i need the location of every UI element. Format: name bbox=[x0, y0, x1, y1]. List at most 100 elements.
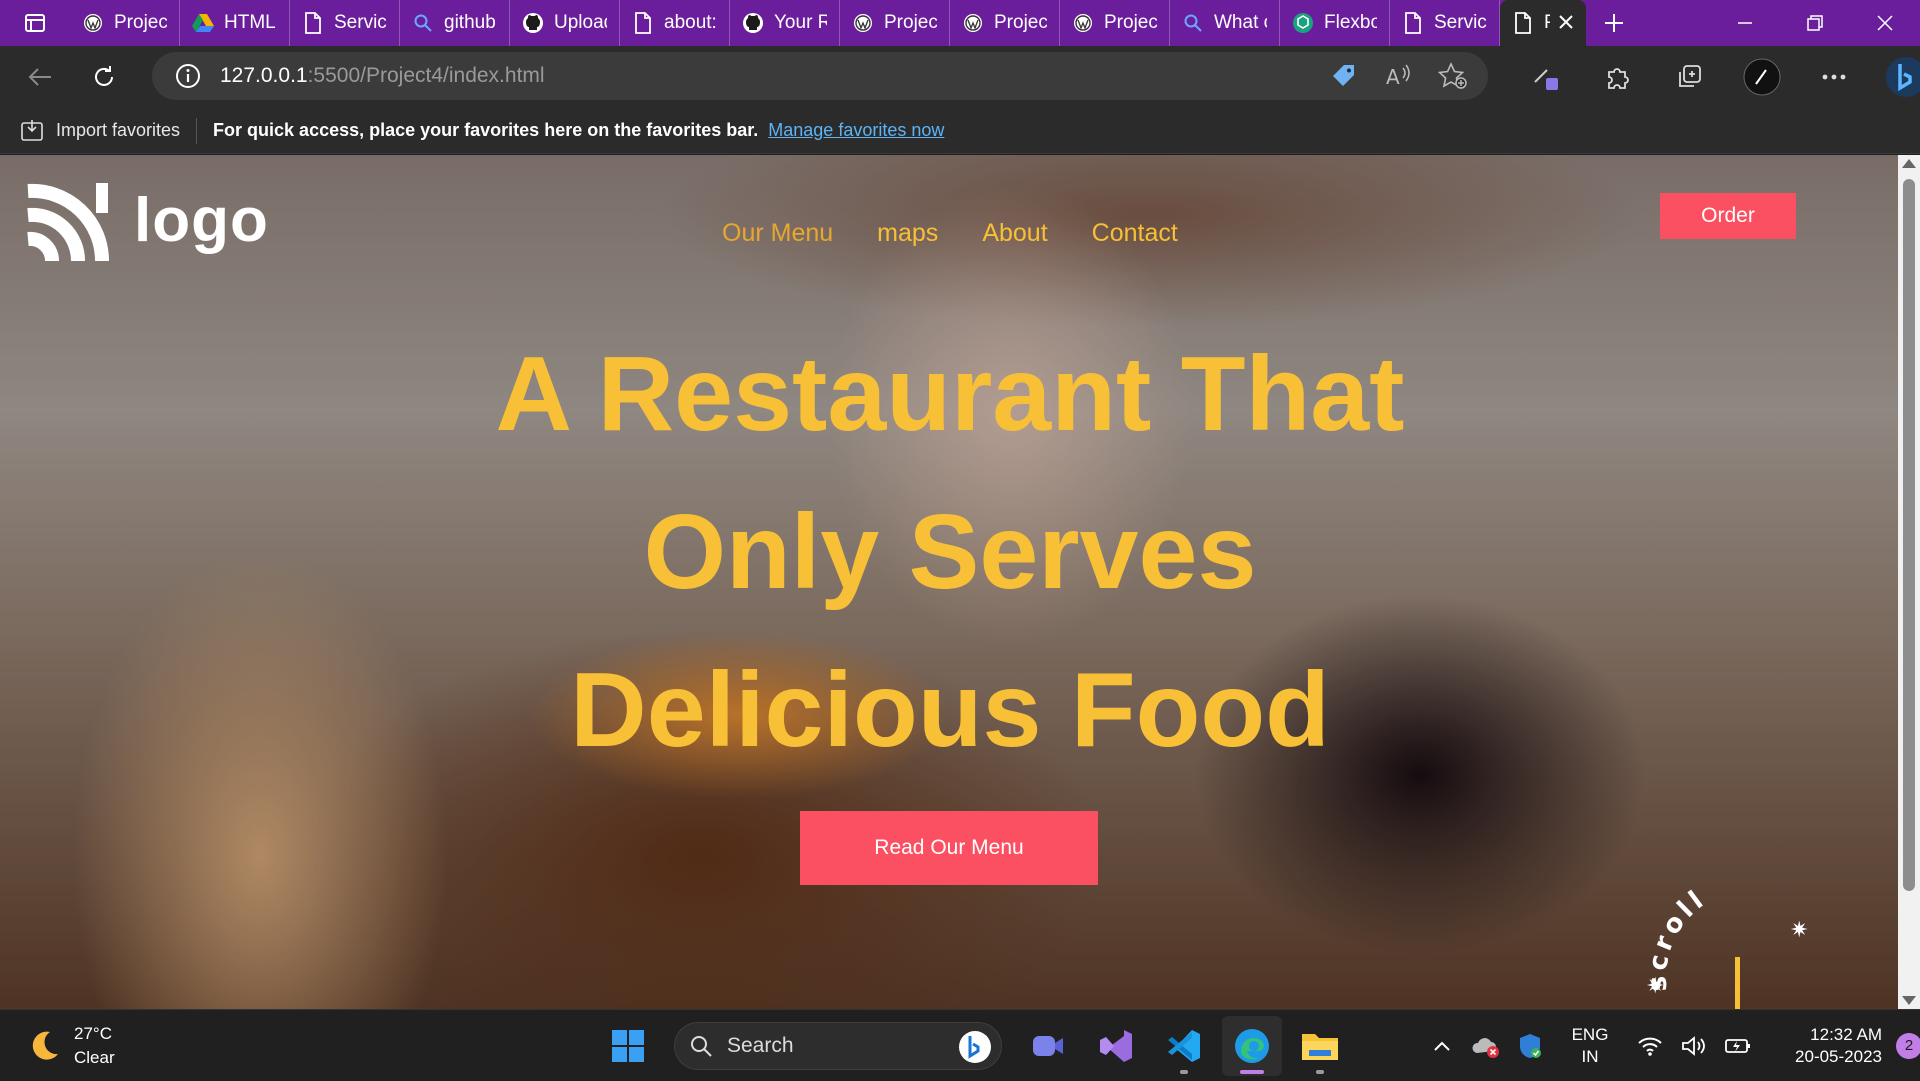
profile-button[interactable] bbox=[1726, 46, 1798, 108]
wordpress-icon bbox=[852, 12, 874, 34]
main-nav: Our Menu maps About Contact bbox=[722, 219, 1178, 248]
tab-label: Flexbo bbox=[1324, 12, 1377, 33]
close-icon bbox=[1877, 15, 1893, 31]
taskbar-search[interactable]: Search bbox=[674, 1021, 1002, 1070]
wordpress-icon bbox=[962, 12, 984, 34]
taskbar-apps: Search bbox=[598, 1010, 1350, 1081]
volume-status[interactable] bbox=[1672, 1021, 1716, 1071]
taskbar-visual-studio[interactable] bbox=[1086, 1016, 1146, 1076]
lang-line: IN bbox=[1581, 1046, 1599, 1066]
favorites-bar: Import favorites For quick access, place… bbox=[0, 108, 1920, 154]
scroll-up-arrow-icon[interactable] bbox=[1902, 159, 1916, 168]
extension-button[interactable] bbox=[1510, 46, 1582, 108]
restaurant-page: logo Our Menu maps About Contact Order A… bbox=[0, 155, 1898, 1009]
language-indicator[interactable]: ENG IN bbox=[1560, 1024, 1620, 1068]
url-text[interactable]: 127.0.0.1:5500/Project4/index.html bbox=[220, 64, 545, 88]
import-favorites-button[interactable]: Import favorites bbox=[0, 117, 198, 144]
hero-heading: A Restaurant That Only Serves Delicious … bbox=[350, 315, 1550, 789]
weather-widget[interactable]: 27°C Clear bbox=[26, 1022, 115, 1070]
tab[interactable]: Service bbox=[290, 0, 400, 46]
tab[interactable]: Your R bbox=[730, 0, 840, 46]
tab[interactable]: Flexbo bbox=[1280, 0, 1390, 46]
edge-icon bbox=[1235, 1028, 1269, 1063]
add-favorite-icon[interactable] bbox=[1438, 62, 1468, 90]
tab[interactable]: github bbox=[400, 0, 510, 46]
tab-active[interactable]: Pr bbox=[1500, 0, 1586, 46]
tab[interactable]: Project bbox=[70, 0, 180, 46]
tab-label: Service bbox=[334, 12, 387, 33]
show-hidden-icons-button[interactable] bbox=[1420, 1021, 1464, 1071]
shield-icon bbox=[1520, 1033, 1541, 1058]
back-button[interactable] bbox=[8, 52, 72, 102]
tab[interactable]: Upload bbox=[510, 0, 620, 46]
tab-label: What c bbox=[1214, 12, 1267, 33]
tab[interactable]: Project bbox=[840, 0, 950, 46]
tab[interactable]: Service bbox=[1390, 0, 1500, 46]
address-bar[interactable]: 127.0.0.1:5500/Project4/index.html A bbox=[152, 52, 1488, 100]
scroll-down-arrow-icon[interactable] bbox=[1902, 996, 1916, 1005]
system-tray: ENG IN 12:32 AM 20-05-2023 2 bbox=[1420, 1010, 1920, 1081]
onedrive-status[interactable] bbox=[1464, 1021, 1508, 1071]
coupon-tag-icon[interactable] bbox=[1330, 62, 1358, 90]
tab[interactable]: HTML bbox=[180, 0, 290, 46]
site-logo[interactable]: logo bbox=[22, 177, 269, 263]
wifi-status[interactable] bbox=[1628, 1021, 1672, 1071]
read-menu-button[interactable]: Read Our Menu bbox=[800, 811, 1098, 885]
read-aloud-icon[interactable]: A bbox=[1384, 62, 1412, 90]
windows-icon bbox=[612, 1029, 644, 1062]
restore-button[interactable] bbox=[1780, 0, 1850, 46]
chatgpt-icon bbox=[1292, 12, 1314, 34]
taskbar-file-explorer[interactable] bbox=[1290, 1016, 1350, 1076]
nav-contact[interactable]: Contact bbox=[1092, 219, 1178, 248]
vscode-icon bbox=[1168, 1029, 1200, 1062]
scroll-indicator-bar bbox=[1735, 957, 1740, 1009]
tab[interactable]: Project bbox=[1060, 0, 1170, 46]
taskbar-edge[interactable] bbox=[1222, 1015, 1282, 1076]
taskbar-vscode[interactable] bbox=[1154, 1016, 1214, 1076]
battery-status[interactable] bbox=[1716, 1021, 1760, 1071]
cloud-error-icon bbox=[1472, 1037, 1499, 1058]
tab[interactable]: What c bbox=[1170, 0, 1280, 46]
nav-about[interactable]: About bbox=[982, 219, 1047, 248]
tab[interactable]: about: bbox=[620, 0, 730, 46]
extensions-button[interactable] bbox=[1582, 46, 1654, 108]
close-window-button[interactable] bbox=[1850, 0, 1920, 46]
scroll-badge[interactable]: scroll ✷ ✷ bbox=[1640, 875, 1840, 1009]
taskbar-teams[interactable] bbox=[1018, 1016, 1078, 1076]
bing-copilot-button[interactable] bbox=[1870, 46, 1920, 108]
address-toolbar: 127.0.0.1:5500/Project4/index.html A bbox=[0, 46, 1920, 108]
tab-label: about: bbox=[664, 12, 717, 33]
refresh-button[interactable] bbox=[72, 52, 136, 102]
google-drive-icon bbox=[192, 12, 214, 34]
nav-our-menu[interactable]: Our Menu bbox=[722, 219, 833, 248]
logo-mark-icon bbox=[27, 183, 110, 262]
logo-text: logo bbox=[134, 185, 269, 255]
scrollbar-thumb[interactable] bbox=[1903, 179, 1915, 891]
close-tab-icon[interactable] bbox=[1556, 12, 1576, 32]
site-info-icon[interactable] bbox=[174, 62, 202, 90]
tab-label: Project bbox=[114, 12, 167, 33]
more-dots-icon bbox=[1822, 74, 1846, 80]
new-tab-button[interactable] bbox=[1586, 0, 1642, 46]
import-favorites-icon bbox=[21, 119, 43, 141]
collections-button[interactable] bbox=[1654, 46, 1726, 108]
security-status[interactable] bbox=[1508, 1021, 1552, 1071]
weather-temp: 27°C bbox=[74, 1024, 112, 1043]
notification-badge[interactable]: 2 bbox=[1896, 1032, 1920, 1059]
order-button[interactable]: Order bbox=[1660, 193, 1796, 239]
manage-favorites-link[interactable]: Manage favorites now bbox=[768, 120, 944, 141]
nav-maps[interactable]: maps bbox=[877, 219, 938, 248]
eyedropper-extension-icon bbox=[1534, 69, 1558, 90]
github-icon bbox=[522, 12, 544, 34]
more-options-button[interactable] bbox=[1798, 46, 1870, 108]
tab-actions-button[interactable] bbox=[0, 0, 70, 46]
minimize-button[interactable] bbox=[1710, 0, 1780, 46]
tab-label: Project bbox=[994, 12, 1047, 33]
page-scrollbar[interactable] bbox=[1898, 155, 1920, 1009]
wordpress-icon bbox=[82, 12, 104, 34]
page-icon bbox=[632, 12, 654, 34]
clock[interactable]: 12:32 AM 20-05-2023 bbox=[1772, 1024, 1882, 1068]
tab[interactable]: Project bbox=[950, 0, 1060, 46]
start-button[interactable] bbox=[598, 1016, 658, 1076]
page-icon bbox=[1402, 12, 1424, 34]
